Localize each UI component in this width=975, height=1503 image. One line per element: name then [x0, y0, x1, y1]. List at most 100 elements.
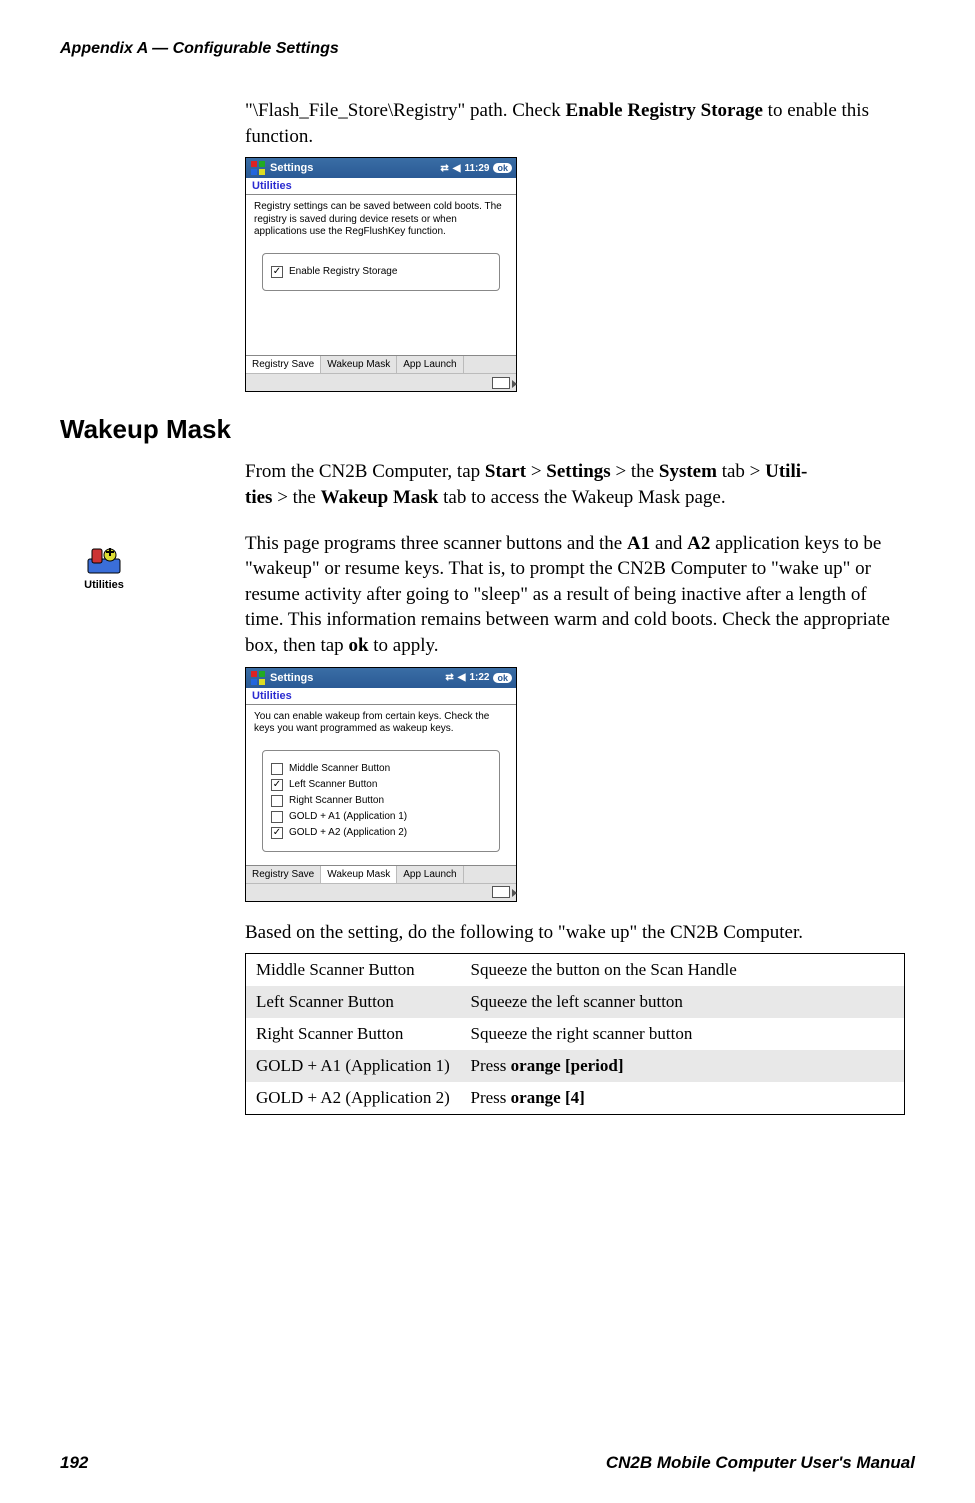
titlebar: Settings ⇄ ◀ 1:22 ok — [246, 668, 516, 688]
screenshot-description: You can enable wakeup from certain keys.… — [254, 711, 508, 736]
checkbox-row[interactable]: ✓ Enable Registry Storage — [271, 264, 491, 280]
windows-flag-icon — [250, 160, 266, 176]
footer-bar — [246, 883, 516, 901]
table-key: GOLD + A2 (Application 2) — [246, 1082, 461, 1115]
bold-wakeup-mask: Wakeup Mask — [321, 487, 439, 508]
table-key: GOLD + A1 (Application 1) — [246, 1050, 461, 1082]
page-footer: 192 CN2B Mobile Computer User's Manual — [60, 1453, 915, 1473]
table-key: Left Scanner Button — [246, 986, 461, 1018]
checkbox-row[interactable]: ✓ GOLD + A2 (Application 2) — [271, 825, 491, 841]
text: > the — [272, 487, 320, 508]
checkbox-label: Left Scanner Button — [289, 779, 377, 790]
keyboard-icon[interactable] — [492, 886, 510, 898]
checkbox-icon[interactable]: ✓ — [271, 779, 283, 791]
table-value: Squeeze the button on the Scan Handle — [461, 954, 905, 987]
table-value: Press orange [period] — [461, 1050, 905, 1082]
table-value: Press orange [4] — [461, 1082, 905, 1115]
tab-app-launch[interactable]: App Launch — [397, 866, 463, 883]
windows-flag-icon — [250, 670, 266, 686]
tab-registry-save[interactable]: Registry Save — [246, 866, 321, 883]
connectivity-icon: ⇄ — [445, 672, 453, 683]
bold-settings: Settings — [546, 461, 610, 482]
utilities-app-icon: Utilities — [75, 545, 133, 591]
text: tab to access the Wakeup Mask page. — [438, 487, 725, 508]
subheader-title: Utilities — [252, 690, 292, 702]
intro-bold: Enable Registry Storage — [566, 100, 763, 121]
footer-bar — [246, 373, 516, 391]
table-row: GOLD + A1 (Application 1)Press orange [p… — [246, 1050, 905, 1082]
tab-app-launch[interactable]: App Launch — [397, 356, 463, 373]
bold-utilities1: Utili- — [765, 461, 807, 482]
checkbox-label: Enable Registry Storage — [289, 266, 397, 277]
section-heading: Wakeup Mask — [60, 414, 915, 445]
wakeup-para3: Based on the setting, do the following t… — [245, 920, 905, 946]
wakeup-para2: This page programs three scanner buttons… — [245, 531, 905, 659]
checkbox-label: GOLD + A1 (Application 1) — [289, 811, 407, 822]
table-row: Left Scanner ButtonSqueeze the left scan… — [246, 986, 905, 1018]
bold-utilities2: ties — [245, 487, 272, 508]
table-row: Middle Scanner ButtonSqueeze the button … — [246, 954, 905, 987]
checkbox-row[interactable]: Middle Scanner Button — [271, 761, 491, 777]
volume-icon: ◀ — [453, 163, 461, 174]
table-row: Right Scanner ButtonSqueeze the right sc… — [246, 1018, 905, 1050]
intro-para: "\Flash_File_Store\Registry" path. Check… — [245, 98, 905, 149]
table-key: Right Scanner Button — [246, 1018, 461, 1050]
running-header: Appendix A — Configurable Settings — [60, 40, 915, 58]
text: and — [650, 533, 687, 554]
text: to apply. — [369, 635, 439, 656]
bold-ok: ok — [348, 635, 368, 656]
checkbox-icon[interactable] — [271, 795, 283, 807]
intro-pre: "\Flash_File_Store\Registry" path. Check — [245, 100, 566, 121]
ok-button[interactable]: ok — [493, 163, 512, 173]
manual-title: CN2B Mobile Computer User's Manual — [606, 1453, 915, 1473]
connectivity-icon: ⇄ — [440, 163, 448, 174]
text: tab > — [717, 461, 765, 482]
table-value: Squeeze the right scanner button — [461, 1018, 905, 1050]
checkbox-row[interactable]: Right Scanner Button — [271, 793, 491, 809]
wakeup-para1: From the CN2B Computer, tap Start > Sett… — [245, 459, 905, 510]
titlebar-time: 1:22 — [469, 672, 489, 683]
screenshot-description: Registry settings can be saved between c… — [254, 201, 508, 239]
checkbox-icon[interactable] — [271, 763, 283, 775]
checkbox-icon[interactable]: ✓ — [271, 266, 283, 278]
text: > the — [611, 461, 659, 482]
ok-button[interactable]: ok — [493, 673, 512, 683]
tab-wakeup-mask[interactable]: Wakeup Mask — [321, 866, 397, 883]
text: > — [526, 461, 546, 482]
wakeup-actions-table: Middle Scanner ButtonSqueeze the button … — [245, 953, 905, 1115]
text: From the CN2B Computer, tap — [245, 461, 485, 482]
checkbox-group: Middle Scanner Button ✓ Left Scanner Butto… — [262, 750, 500, 852]
titlebar: Settings ⇄ ◀ 11:29 ok — [246, 158, 516, 178]
tab-bar: Registry Save Wakeup Mask App Launch — [246, 355, 516, 373]
screenshot-registry-save: Settings ⇄ ◀ 11:29 ok Utilities Registry… — [245, 157, 517, 392]
table-value: Squeeze the left scanner button — [461, 986, 905, 1018]
screenshot-wakeup-mask: Settings ⇄ ◀ 1:22 ok Utilities You can e… — [245, 667, 517, 902]
keyboard-icon[interactable] — [492, 377, 510, 389]
subheader: Utilities — [246, 688, 516, 705]
titlebar-title: Settings — [270, 162, 313, 174]
text: This page programs three scanner buttons… — [245, 533, 627, 554]
table-row: GOLD + A2 (Application 2)Press orange [4… — [246, 1082, 905, 1115]
checkbox-label: GOLD + A2 (Application 2) — [289, 827, 407, 838]
bold-start: Start — [485, 461, 526, 482]
checkbox-icon[interactable]: ✓ — [271, 827, 283, 839]
bold-a1: A1 — [627, 533, 650, 554]
table-key: Middle Scanner Button — [246, 954, 461, 987]
tab-wakeup-mask[interactable]: Wakeup Mask — [321, 356, 397, 373]
checkbox-row[interactable]: GOLD + A1 (Application 1) — [271, 809, 491, 825]
subheader-title: Utilities — [252, 180, 292, 192]
checkbox-group: ✓ Enable Registry Storage — [262, 253, 500, 291]
subheader: Utilities — [246, 178, 516, 195]
bold-a2: A2 — [687, 533, 710, 554]
checkbox-row[interactable]: ✓ Left Scanner Button — [271, 777, 491, 793]
utilities-icon-label: Utilities — [84, 579, 124, 591]
bold-system: System — [659, 461, 717, 482]
titlebar-title: Settings — [270, 672, 313, 684]
checkbox-icon[interactable] — [271, 811, 283, 823]
checkbox-label: Middle Scanner Button — [289, 763, 390, 774]
tab-registry-save[interactable]: Registry Save — [246, 356, 321, 373]
tab-bar: Registry Save Wakeup Mask App Launch — [246, 865, 516, 883]
checkbox-label: Right Scanner Button — [289, 795, 384, 806]
titlebar-time: 11:29 — [464, 163, 489, 174]
volume-icon: ◀ — [458, 672, 466, 683]
